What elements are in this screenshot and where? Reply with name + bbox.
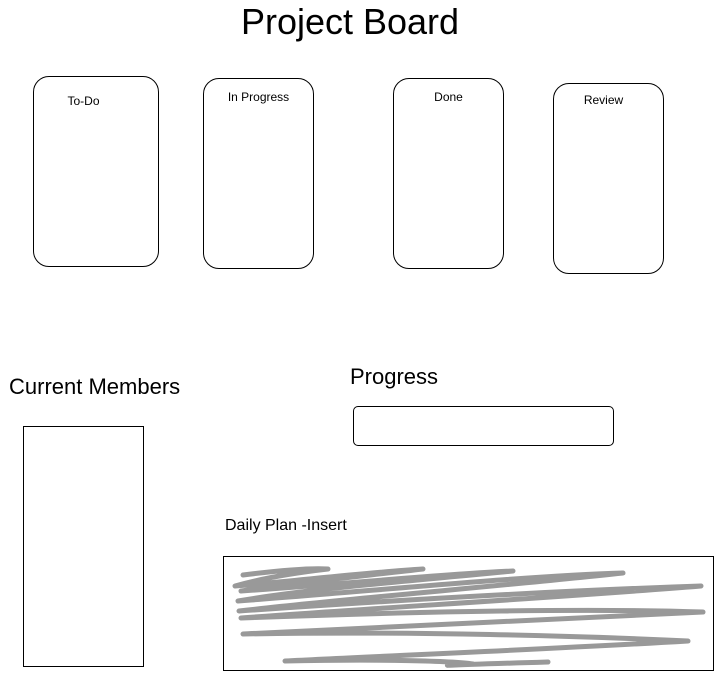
- page-title: Project Board: [240, 1, 460, 42]
- members-list[interactable]: [23, 426, 144, 667]
- column-todo-label: To-Do: [67, 94, 100, 108]
- progress-heading: Progress: [350, 364, 439, 389]
- column-review[interactable]: Review: [553, 83, 664, 274]
- column-in-progress-label: In Progress: [227, 90, 290, 104]
- progress-bar: [353, 406, 614, 446]
- column-done[interactable]: Done: [393, 78, 504, 269]
- daily-plan-label: Daily Plan -Insert: [225, 517, 347, 534]
- scribble-placeholder-icon: [232, 566, 706, 668]
- members-heading: Current Members: [9, 374, 181, 399]
- column-in-progress[interactable]: In Progress: [203, 78, 314, 269]
- column-todo[interactable]: To-Do: [33, 76, 159, 267]
- column-done-label: Done: [434, 90, 463, 104]
- column-review-label: Review: [583, 93, 624, 107]
